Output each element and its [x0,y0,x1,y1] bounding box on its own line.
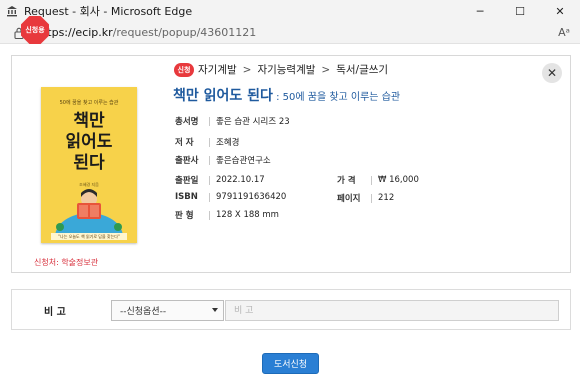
applicant-label: 신청처: 학술정보관 [34,258,99,267]
book-title: 책만 읽어도 된다 : 50에 꿈을 찾고 이루는 습관 [173,85,400,105]
format-row: 판 형 128 X 188 mm [175,209,279,221]
author-label: 저 자 [175,138,194,148]
cover-subtitle: 50에 꿈을 찾고 이루는 습관 [59,100,119,106]
request-option-select[interactable]: --신청옵션-- [111,300,224,321]
format-label: 판 형 [175,211,194,221]
request-book-button[interactable]: 도서신청 [262,353,319,374]
divider [371,193,372,203]
series-label: 총서명 [175,117,199,127]
cover-title: 책만 읽어도 된다 [65,111,113,173]
remarks-form: 비 고 --신청옵션-- [11,289,571,330]
price-value: ₩ 16,000 [378,175,419,185]
author-value: 조혜경 [216,138,240,148]
cover-quote: "나는 오늘도 책 읽기로 답을 찾는다" [51,233,127,240]
window-controls: ─ ☐ ✕ [460,0,580,22]
book-title-subtitle: : 50에 꿈을 찾고 이루는 습관 [272,92,401,103]
book-card: 50에 꿈을 찾고 이루는 습관 책만 읽어도 된다 조혜경 지음 "나는 오늘… [11,55,571,273]
remarks-input[interactable] [225,300,559,321]
breadcrumb: 신청 자기계발 > 자기능력계발 > 독서/글쓰기 [174,62,388,77]
price-row: 가 격 ₩ 16,000 [337,174,419,186]
isbn-value: 9791191636420 [216,192,287,202]
close-popup-button[interactable]: ✕ [542,63,562,83]
institution-icon [5,4,19,18]
series-value: 좋은 습관 시리즈 23 [216,117,290,127]
divider [209,192,210,202]
pub-date-label: 출판일 [175,176,199,186]
close-window-button[interactable]: ✕ [540,0,580,22]
series-row: 총서명 좋은 습관 시리즈 23 [175,115,290,127]
format-value: 128 X 188 mm [216,210,279,220]
url-text[interactable]: https://ecip.kr/request/popup/43601121 [36,26,256,39]
read-aloud-icon[interactable]: Aᵃ [558,26,570,39]
cover-illustration [55,189,123,233]
book-title-main: 책만 읽어도 된다 [173,88,273,104]
apply-badge: 신청 [174,62,194,77]
pub-date-row: 출판일 2022.10.17 [175,174,265,186]
divider [209,210,210,220]
window-title: Request - 회사 - Microsoft Edge [24,5,193,18]
isbn-row: ISBN 9791191636420 [175,192,286,202]
url-path: /request/popup/43601121 [112,26,257,39]
chevron-down-icon [212,308,218,312]
address-bar[interactable]: https://ecip.kr/request/popup/43601121 A… [0,22,580,44]
breadcrumb-item: 독서/글쓰기 [336,64,389,76]
breadcrumb-item: 자기능력계발 [257,64,316,76]
isbn-label: ISBN [175,192,198,202]
publisher-label: 출판사 [175,156,199,166]
publisher-value: 좋은습관연구소 [216,156,271,166]
price-label: 가 격 [337,176,356,186]
minimize-button[interactable]: ─ [460,0,500,22]
breadcrumb-separator-icon: > [321,63,331,76]
divider [209,155,210,165]
maximize-button[interactable]: ☐ [500,0,540,22]
book-cover: 50에 꿈을 찾고 이루는 습관 책만 읽어도 된다 조혜경 지음 "나는 오늘… [41,87,137,243]
select-value: --신청옵션-- [120,307,167,317]
breadcrumb-item: 자기계발 [198,64,237,76]
author-row: 저 자 조혜경 [175,136,239,148]
new-request-badge: 신청용 [21,16,49,44]
divider [371,175,372,185]
breadcrumb-separator-icon: > [242,63,252,76]
publisher-row: 출판사 좋은습관연구소 [175,154,271,166]
pub-date-value: 2022.10.17 [216,175,265,185]
pages-row: 페이지 212 [337,192,394,204]
divider [209,175,210,185]
divider [209,116,210,126]
window-titlebar: Request - 회사 - Microsoft Edge ─ ☐ ✕ [0,0,580,22]
pages-value: 212 [378,193,395,203]
divider [209,137,210,147]
remarks-label: 비 고 [44,307,66,318]
pages-label: 페이지 [337,194,361,204]
